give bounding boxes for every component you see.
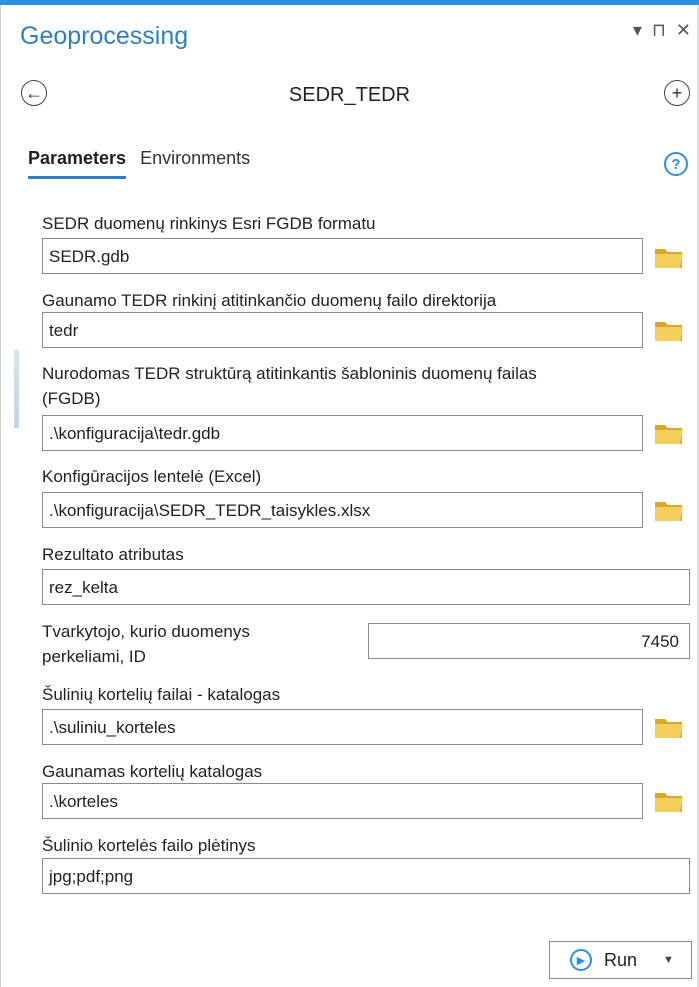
param-label-template-fgdb: Nurodomas TEDR struktūrą atitinkantis ša… xyxy=(42,364,537,383)
maintainer-id-input[interactable]: 7450 xyxy=(368,623,690,659)
param-label-maintainer-id: Tvarkytojo, kurio duomenys xyxy=(42,622,250,641)
pane-top-accent xyxy=(0,0,699,5)
param-label-well-cards-folder: Šulinių kortelių failai - katalogas xyxy=(42,685,281,704)
tool-title: SEDR_TEDR xyxy=(288,84,411,106)
selected-parameter-marker xyxy=(14,350,19,428)
folder-icon[interactable] xyxy=(653,242,685,272)
template-fgdb-input[interactable]: .\konfiguracija\tedr.gdb xyxy=(42,415,643,451)
tedr-dir-input[interactable]: tedr xyxy=(42,312,643,348)
help-icon[interactable]: ? xyxy=(664,152,688,176)
param-label-tedr-dir: Gaunamo TEDR rinkinį atitinkančio duomen… xyxy=(42,291,497,310)
pane-left-border xyxy=(0,5,1,987)
run-label: Run xyxy=(604,949,638,970)
run-button[interactable]: ▶ Run ▼ xyxy=(549,941,692,979)
plus-icon: + xyxy=(671,82,683,103)
sedr-gdb-input[interactable]: SEDR.gdb xyxy=(42,238,643,274)
folder-icon[interactable] xyxy=(653,712,685,742)
add-tool-button[interactable]: + xyxy=(664,80,690,106)
result-attribute-input[interactable]: rez_kelta xyxy=(42,569,690,605)
pane-window-controls: ▾ ⊓ ✕ xyxy=(633,20,691,41)
param-label-file-extension: Šulinio kortelės failo plėtinys xyxy=(42,836,256,855)
chevron-down-icon[interactable]: ▼ xyxy=(663,954,674,966)
tab-environments[interactable]: Environments xyxy=(140,148,250,179)
file-extension-input[interactable]: jpg;pdf;png xyxy=(42,858,690,894)
folder-icon[interactable] xyxy=(653,495,685,525)
tool-tabs: Parameters Environments xyxy=(28,148,250,179)
param-label-maintainer-id-2: perkeliami, ID xyxy=(42,647,146,666)
folder-icon[interactable] xyxy=(653,786,685,816)
play-icon: ▶ xyxy=(570,949,592,971)
well-cards-folder-input[interactable]: .\suliniu_korteles xyxy=(42,709,643,745)
tab-parameters[interactable]: Parameters xyxy=(28,148,127,179)
close-icon[interactable]: ✕ xyxy=(676,20,691,41)
folder-icon[interactable] xyxy=(653,418,685,448)
pin-icon[interactable]: ⊓ xyxy=(652,20,666,41)
pane-options-icon[interactable]: ▾ xyxy=(633,20,642,41)
pane-title: Geoprocessing xyxy=(20,22,189,50)
param-label-template-fgdb-2: (FGDB) xyxy=(42,389,101,408)
param-label-result-attribute: Rezultato atributas xyxy=(42,545,184,564)
param-label-output-cards-folder: Gaunamas kortelių katalogas xyxy=(42,762,263,781)
config-table-input[interactable]: .\konfiguracija\SEDR_TEDR_taisykles.xlsx xyxy=(42,492,643,528)
param-label-config-table: Konfigūracijos lentelė (Excel) xyxy=(42,467,262,486)
output-cards-folder-input[interactable]: .\korteles xyxy=(42,783,643,819)
folder-icon[interactable] xyxy=(653,315,685,345)
param-label-sedr-gdb: SEDR duomenų rinkinys Esri FGDB formatu xyxy=(42,214,376,233)
